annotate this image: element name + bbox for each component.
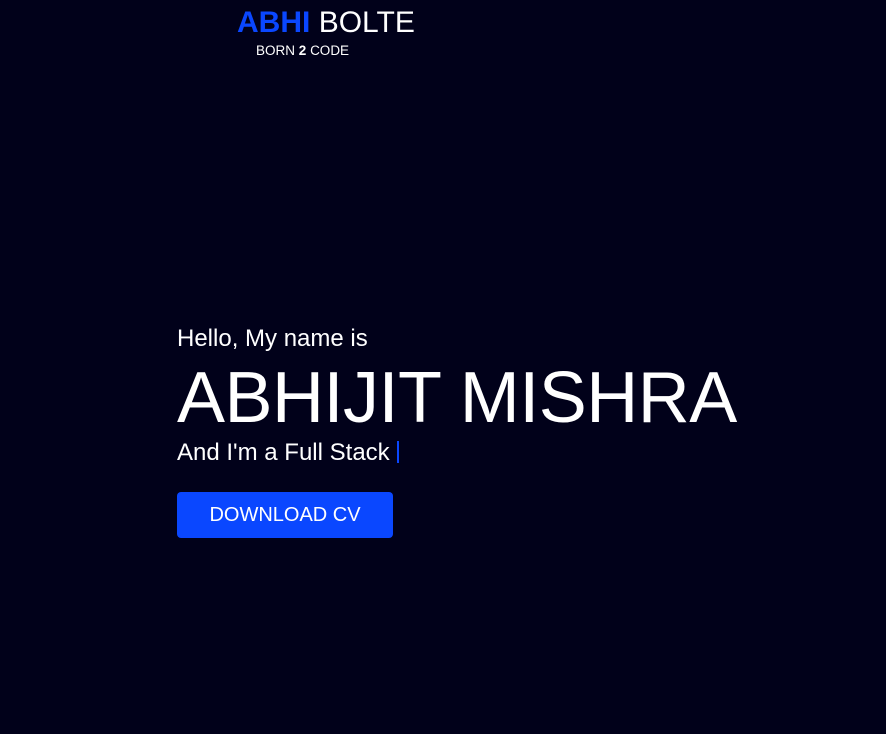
tagline-prefix: BORN — [256, 43, 296, 58]
download-cv-button[interactable]: DOWNLOAD CV — [177, 492, 393, 538]
hero-role-line: And I'm a Full Stack — [177, 438, 877, 468]
hero-section: Hello, My name is ABHIJIT MISHRA And I'm… — [177, 322, 877, 538]
logo-title: ABHI BOLTE — [237, 6, 437, 40]
tagline-number: 2 — [298, 43, 307, 58]
logo-tagline: BORN 2 CODE — [256, 43, 349, 59]
hero-greeting: Hello, My name is — [177, 325, 368, 352]
hero-role-text: And I'm a Full Stack — [177, 439, 390, 466]
typing-cursor — [396, 441, 399, 463]
logo-second-word: BOLTE — [318, 6, 415, 39]
logo-first-word: ABHI — [237, 6, 311, 39]
site-logo[interactable]: ABHI BOLTE BORN 2 CODE — [237, 6, 437, 58]
tagline-suffix: CODE — [310, 43, 350, 58]
hero-name: ABHIJIT MISHRA — [177, 358, 737, 438]
